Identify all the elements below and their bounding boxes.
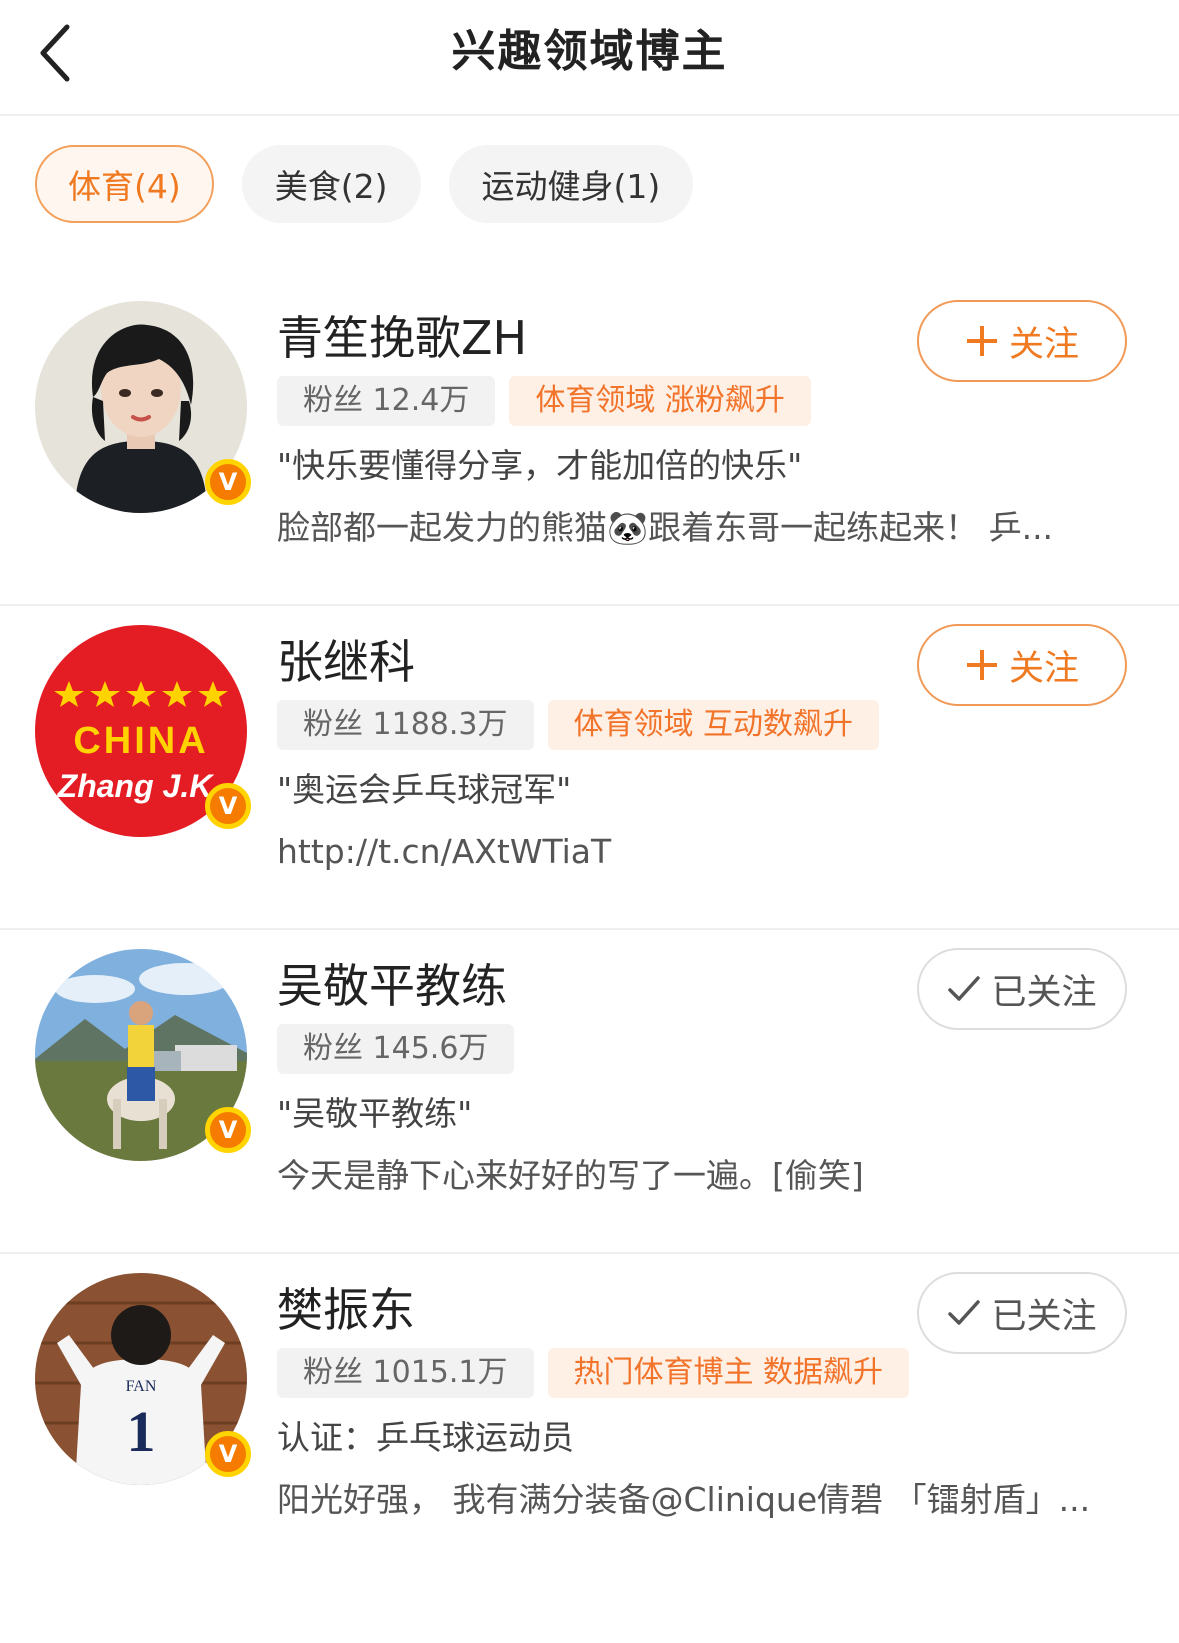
tag-row: 粉丝 12.4万 体育领域 涨粉飙升 xyxy=(277,376,811,426)
svg-text:FAN: FAN xyxy=(126,1378,157,1395)
svg-text:Zhang J.K: Zhang J.K xyxy=(57,768,216,804)
blogger-name[interactable]: 青笙挽歌ZH xyxy=(277,306,527,370)
following-button[interactable]: 已关注 xyxy=(917,1272,1127,1354)
blogger-latest-post: 脸部都一起发力的熊猫🐼跟着东哥一起练起来！ 乒... xyxy=(277,508,1054,547)
blogger-name[interactable]: 吴敬平教练 xyxy=(277,954,507,1018)
svg-text:CHINA: CHINA xyxy=(73,720,208,762)
checkmark-icon xyxy=(947,974,981,1004)
avatar-container[interactable]: FAN 1 V xyxy=(35,1273,251,1485)
blogger-name[interactable]: 樊振东 xyxy=(277,1278,415,1342)
blogger-quote: "快乐要懂得分享，才能加倍的快乐" xyxy=(277,446,803,485)
trend-tag: 热门体育博主 数据飙升 xyxy=(547,1348,910,1398)
blogger-card[interactable]: FAN 1 V 樊振东 粉丝 1015.1万 热门体育博主 数据飙升 认证：乒乓… xyxy=(0,1240,1179,1578)
tab-sports[interactable]: 体育(4) xyxy=(35,145,214,223)
follow-button-label: 关注 xyxy=(1008,324,1079,365)
checkmark-icon xyxy=(947,1298,981,1328)
nav-bar: 兴趣领域博主 xyxy=(0,0,1179,116)
trend-tag: 体育领域 涨粉飙升 xyxy=(509,376,811,426)
trend-tag: 体育领域 互动数飙升 xyxy=(547,700,880,750)
blogger-name[interactable]: 张继科 xyxy=(277,630,415,694)
tab-fitness[interactable]: 运动健身(1) xyxy=(448,145,694,223)
category-tabs: 体育(4) 美食(2) 运动健身(1) xyxy=(35,145,694,223)
plus-icon xyxy=(965,324,999,358)
blogger-latest-post: 今天是静下心来好好的写了一遍。[偷笑] xyxy=(277,1156,864,1195)
tag-row: 粉丝 1015.1万 热门体育博主 数据飙升 xyxy=(277,1348,910,1398)
avatar-container[interactable]: V xyxy=(35,949,251,1161)
fans-count: 粉丝 145.6万 xyxy=(277,1024,515,1074)
fans-count: 粉丝 12.4万 xyxy=(277,376,496,426)
blogger-card[interactable]: V 吴敬平教练 粉丝 145.6万 "吴敬平教练" 今天是静下心来好好的写了一遍… xyxy=(0,916,1179,1254)
avatar-container[interactable]: CHINA Zhang J.K V xyxy=(35,625,251,837)
blogger-card[interactable]: CHINA Zhang J.K V 张继科 粉丝 1188.3万 体育领域 互动… xyxy=(0,592,1179,930)
avatar-container[interactable]: V xyxy=(35,301,251,513)
verified-badge-icon: V xyxy=(205,1107,251,1153)
verified-badge-icon: V xyxy=(205,1431,251,1477)
svg-text:1: 1 xyxy=(127,1399,156,1464)
blogger-quote: "奥运会乒乓球冠军" xyxy=(277,770,572,809)
blogger-latest-post: http://t.cn/AXtWTiaT xyxy=(277,832,612,871)
tag-row: 粉丝 1188.3万 体育领域 互动数飙升 xyxy=(277,700,880,750)
plus-icon xyxy=(965,648,999,682)
verified-badge-icon: V xyxy=(205,459,251,505)
blogger-verification: 认证：乒乓球运动员 xyxy=(277,1418,574,1457)
verified-badge-icon: V xyxy=(205,783,251,829)
follow-button-label: 关注 xyxy=(1008,648,1079,689)
follow-button[interactable]: 关注 xyxy=(917,300,1127,382)
tab-food[interactable]: 美食(2) xyxy=(241,145,421,223)
tag-row: 粉丝 145.6万 xyxy=(277,1024,515,1074)
blogger-latest-post: 阳光好强， 我有满分装备@Clinique倩碧 「镭射盾」... xyxy=(277,1480,1091,1519)
follow-button-label: 已关注 xyxy=(991,1296,1097,1337)
fans-count: 粉丝 1015.1万 xyxy=(277,1348,534,1398)
follow-button[interactable]: 关注 xyxy=(917,624,1127,706)
blogger-quote: "吴敬平教练" xyxy=(277,1094,473,1133)
fans-count: 粉丝 1188.3万 xyxy=(277,700,534,750)
following-button[interactable]: 已关注 xyxy=(917,948,1127,1030)
follow-button-label: 已关注 xyxy=(991,972,1097,1013)
page-title: 兴趣领域博主 xyxy=(451,26,728,77)
blogger-card[interactable]: V 青笙挽歌ZH 粉丝 12.4万 体育领域 涨粉飙升 "快乐要懂得分享，才能加… xyxy=(0,268,1179,606)
